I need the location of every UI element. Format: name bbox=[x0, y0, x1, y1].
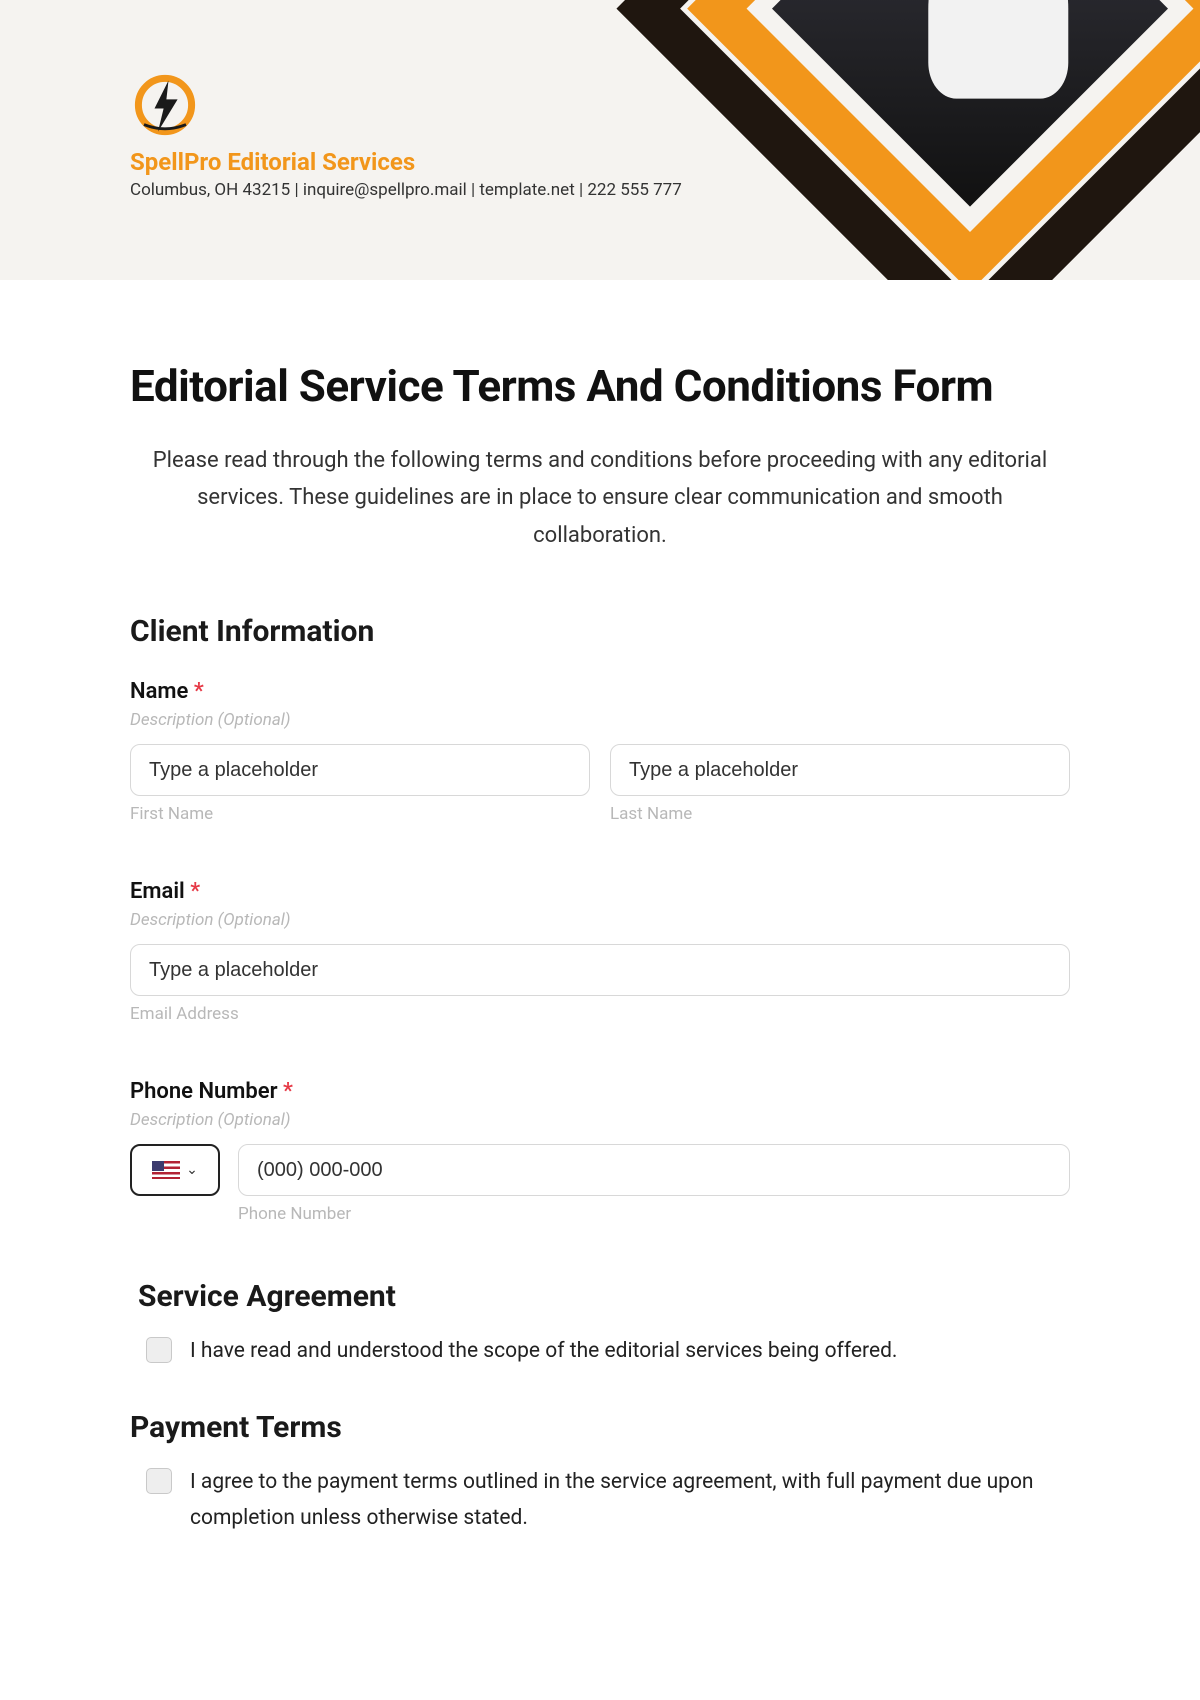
country-code-select[interactable]: ⌄ bbox=[130, 1144, 220, 1196]
email-sublabel: Email Address bbox=[130, 1004, 1070, 1024]
form-content: Editorial Service Terms And Conditions F… bbox=[0, 280, 1200, 1616]
company-name: SpellPro Editorial Services bbox=[130, 148, 682, 176]
logo-block: SpellPro Editorial Services Columbus, OH… bbox=[130, 70, 682, 200]
phone-label: Phone Number * bbox=[130, 1079, 1070, 1104]
section-client-info: Client Information bbox=[130, 614, 1070, 649]
name-label-text: Name bbox=[130, 679, 188, 704]
last-name-input[interactable] bbox=[610, 744, 1070, 796]
name-label: Name * bbox=[130, 679, 1070, 704]
field-name: Name * Description (Optional) First Name… bbox=[130, 679, 1070, 824]
email-label-text: Email bbox=[130, 879, 185, 904]
email-label: Email * bbox=[130, 879, 1070, 904]
email-description: Description (Optional) bbox=[130, 910, 1070, 930]
section-payment-terms: Payment Terms I agree to the payment ter… bbox=[130, 1410, 1070, 1536]
first-name-input[interactable] bbox=[130, 744, 590, 796]
chevron-down-icon: ⌄ bbox=[186, 1162, 198, 1178]
company-contact-line: Columbus, OH 43215 | inquire@spellpro.ma… bbox=[130, 180, 682, 200]
phone-input[interactable] bbox=[238, 1144, 1070, 1196]
name-description: Description (Optional) bbox=[130, 710, 1070, 730]
phone-description: Description (Optional) bbox=[130, 1110, 1070, 1130]
email-input[interactable] bbox=[130, 944, 1070, 996]
required-mark: * bbox=[283, 1079, 293, 1104]
header-band: SpellPro Editorial Services Columbus, OH… bbox=[0, 0, 1200, 280]
last-name-sublabel: Last Name bbox=[610, 804, 1070, 824]
payment-terms-checkbox[interactable] bbox=[146, 1468, 172, 1494]
field-phone: Phone Number * Description (Optional) ⌄ … bbox=[130, 1079, 1070, 1224]
field-email: Email * Description (Optional) Email Add… bbox=[130, 879, 1070, 1024]
service-agreement-text: I have read and understood the scope of … bbox=[190, 1334, 897, 1370]
required-mark: * bbox=[194, 679, 204, 704]
required-mark: * bbox=[190, 879, 200, 904]
logo-icon bbox=[130, 70, 200, 140]
phone-label-text: Phone Number bbox=[130, 1079, 278, 1104]
section-service-agreement: Service Agreement I have read and unders… bbox=[130, 1279, 1070, 1370]
payment-terms-text: I agree to the payment terms outlined in… bbox=[190, 1465, 1070, 1536]
us-flag-icon bbox=[152, 1161, 180, 1179]
phone-sublabel: Phone Number bbox=[238, 1204, 1070, 1224]
service-agreement-title: Service Agreement bbox=[138, 1279, 1070, 1314]
first-name-sublabel: First Name bbox=[130, 804, 590, 824]
service-agreement-checkbox[interactable] bbox=[146, 1337, 172, 1363]
page-intro: Please read through the following terms … bbox=[130, 442, 1070, 554]
page-title: Editorial Service Terms And Conditions F… bbox=[130, 360, 1070, 412]
payment-terms-title: Payment Terms bbox=[130, 1410, 1070, 1445]
